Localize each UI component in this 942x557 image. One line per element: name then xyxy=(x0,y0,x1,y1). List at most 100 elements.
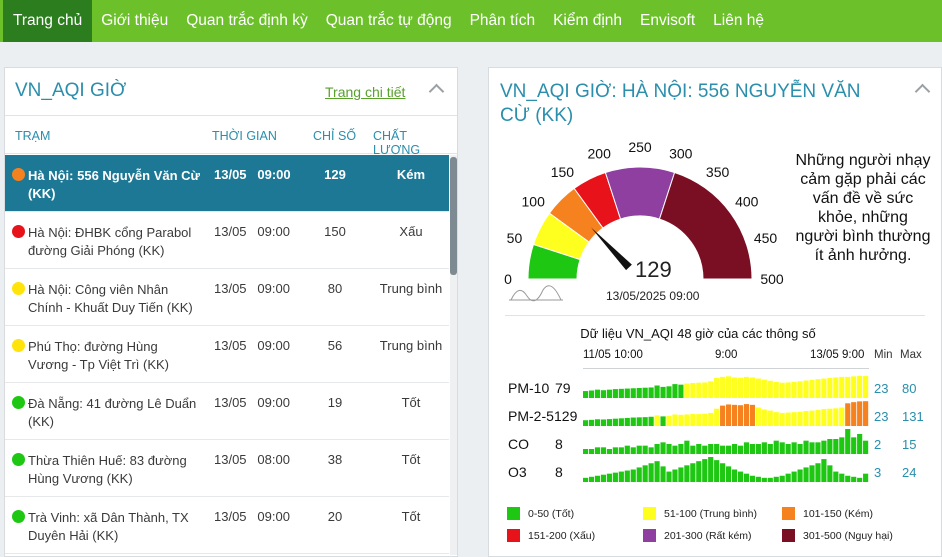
bar-pm-2-5 xyxy=(767,410,773,426)
table-row[interactable]: Hà Nội: 556 Nguyễn Văn Cừ (KK) 13/05 09:0… xyxy=(5,155,449,212)
table-row[interactable]: Hà Nội: ĐHBK cổng Parabol đường Giải Phó… xyxy=(5,212,449,269)
col-quality: CHẤT LƯỢNG xyxy=(373,129,421,157)
aqi-status-dot xyxy=(12,168,25,181)
bar-o3 xyxy=(737,471,744,482)
bar-pm-10 xyxy=(583,391,589,398)
bar-o3 xyxy=(839,473,845,482)
row-quality: Xấu xyxy=(399,224,423,239)
nav-item-3[interactable]: Quan trắc tự động xyxy=(317,0,461,42)
bar-o3 xyxy=(583,477,589,482)
bar-o3 xyxy=(672,469,678,482)
bar-co xyxy=(851,437,857,454)
row-quality: Tốt xyxy=(401,452,421,467)
bar-co xyxy=(731,444,738,454)
bar-pm-10 xyxy=(594,389,601,398)
bar-pm-2-5 xyxy=(648,416,654,426)
bar-pm-10 xyxy=(606,389,612,398)
table-row[interactable]: Phú Thọ: đường Hùng Vương - Tp Việt Trì … xyxy=(5,326,449,383)
bar-co xyxy=(583,449,589,454)
nav-item-6[interactable]: Envisoft xyxy=(631,0,704,42)
row-date: 13/05 xyxy=(214,167,247,182)
nav-item-4[interactable]: Phân tích xyxy=(461,0,545,42)
row-quality: Kém xyxy=(396,167,426,182)
bar-o3 xyxy=(833,471,839,482)
bar-o3 xyxy=(797,469,803,482)
scrollbar-thumb[interactable] xyxy=(450,157,457,275)
bar-pm-10 xyxy=(803,380,809,398)
table-row[interactable]: Trà Vinh: xã Dân Thành, TX Duyên Hải (KK… xyxy=(5,497,449,554)
bar-co xyxy=(839,437,845,454)
row-aqi-value: 56 xyxy=(327,338,343,353)
bar-o3 xyxy=(755,476,761,482)
bar-co xyxy=(684,440,690,454)
station-name: Đà Nẵng: 41 đường Lê Duẩn (KK) xyxy=(28,396,197,429)
bar-co xyxy=(761,442,767,454)
table-header: TRẠM THỜI GIAN CHỈ SỐ CHẤT LƯỢNG xyxy=(5,116,457,157)
bar-pm-10 xyxy=(666,386,672,398)
nav-item-7[interactable]: Liên hệ xyxy=(704,0,773,42)
bar-pm-2-5 xyxy=(588,419,595,426)
nav-item-1[interactable]: Giới thiệu xyxy=(92,0,177,42)
bar-co xyxy=(690,445,696,454)
bar-co xyxy=(702,445,708,454)
bar-pm-10 xyxy=(791,381,797,398)
nav-item-2[interactable]: Quan trắc định kỳ xyxy=(177,0,316,42)
bar-o3 xyxy=(678,467,684,482)
aqi-list-header: VN_AQI GIỜ Trang chi tiết xyxy=(5,68,457,116)
bar-co xyxy=(827,439,833,454)
bar-pm-2-5 xyxy=(654,415,660,426)
scrollbar[interactable] xyxy=(450,155,457,555)
bar-co xyxy=(743,442,750,454)
bar-co xyxy=(714,444,720,454)
row-time: 13/05 09:00 xyxy=(214,167,291,182)
row-hour: 09:00 xyxy=(257,224,290,239)
nav-item-0[interactable]: Trang chủ xyxy=(3,0,93,42)
legend-label: 151-200 (Xấu) xyxy=(528,530,596,542)
bar-co xyxy=(648,447,654,454)
table-row[interactable]: Hà Nội: Công viên Nhân Chính - Khuất Duy… xyxy=(5,269,449,326)
row-aqi-value: 150 xyxy=(324,224,346,239)
bar-pm-10 xyxy=(821,378,827,398)
row-quality: Tốt xyxy=(401,509,421,524)
bar-pm-2-5 xyxy=(684,414,690,426)
bar-co xyxy=(642,445,648,454)
nav-item-5[interactable]: Kiểm định xyxy=(544,0,631,42)
row-date: 13/05 xyxy=(214,509,247,524)
bar-co xyxy=(708,444,714,454)
row-date: 13/05 xyxy=(214,338,247,353)
bar-co xyxy=(845,429,851,454)
station-name: Phú Thọ: đường Hùng Vương - Tp Việt Trì … xyxy=(28,339,170,372)
bar-co xyxy=(833,439,839,454)
bar-pm-2-5 xyxy=(672,414,678,426)
panel-title: VN_AQI GIỜ xyxy=(15,80,127,101)
bar-pm-10 xyxy=(785,382,791,398)
detail-link[interactable]: Trang chi tiết xyxy=(325,84,405,100)
bar-pm-2-5 xyxy=(743,404,750,426)
bar-co xyxy=(612,447,618,454)
table-row[interactable]: Đà Nẵng: 41 đường Lê Duẩn (KK) 13/05 09:0… xyxy=(5,383,449,440)
legend-label: 201-300 (Rất kém) xyxy=(664,530,752,542)
bar-co xyxy=(630,447,636,454)
bar-pm-2-5 xyxy=(612,418,618,426)
row-hour: 09:00 xyxy=(257,167,291,182)
bar-co xyxy=(785,444,791,454)
bar-pm-2-5 xyxy=(863,401,869,426)
bar-pm-2-5 xyxy=(606,419,612,426)
bar-co xyxy=(600,447,607,454)
bar-co xyxy=(720,445,726,454)
bar-co xyxy=(815,442,821,454)
bar-o3 xyxy=(612,472,618,483)
bar-o3 xyxy=(594,475,601,482)
bar-pm-10 xyxy=(600,390,607,398)
bar-pm-10 xyxy=(702,382,708,398)
bar-pm-10 xyxy=(779,382,785,398)
bar-pm-10 xyxy=(749,377,755,398)
station-name: Hà Nội: Công viên Nhân Chính - Khuất Duy… xyxy=(28,282,193,315)
table-row[interactable]: Thừa Thiên Huế: 83 đường Hùng Vương (KK)… xyxy=(5,440,449,497)
collapse-chevron-icon[interactable] xyxy=(428,83,445,100)
bar-pm-10 xyxy=(797,381,803,398)
bar-pm-2-5 xyxy=(690,414,696,426)
bar-o3 xyxy=(666,471,672,482)
bar-pm-10 xyxy=(827,378,833,398)
bar-pm-2-5 xyxy=(600,419,607,426)
